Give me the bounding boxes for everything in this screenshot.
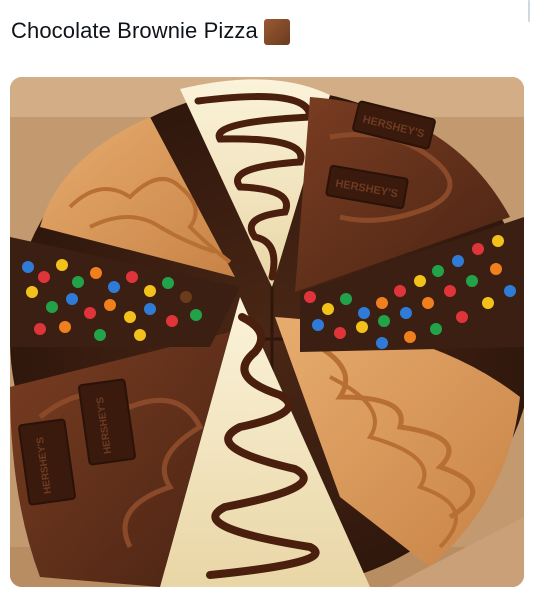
brown-square-emoji <box>263 18 290 45</box>
post-header: Chocolate Brownie Pizza <box>11 14 290 48</box>
hersheys-bar: HERSHEY'S <box>18 418 76 506</box>
post-image[interactable]: HERSHEY'S HERSHEY'S HERSHEY'S HERSHEY'S <box>10 77 524 587</box>
scrollbar[interactable] <box>528 0 530 22</box>
brownie-pizza-photo: HERSHEY'S HERSHEY'S HERSHEY'S HERSHEY'S <box>10 77 524 587</box>
post-text: Chocolate Brownie Pizza <box>11 18 258 43</box>
hersheys-bar: HERSHEY'S <box>78 378 136 466</box>
